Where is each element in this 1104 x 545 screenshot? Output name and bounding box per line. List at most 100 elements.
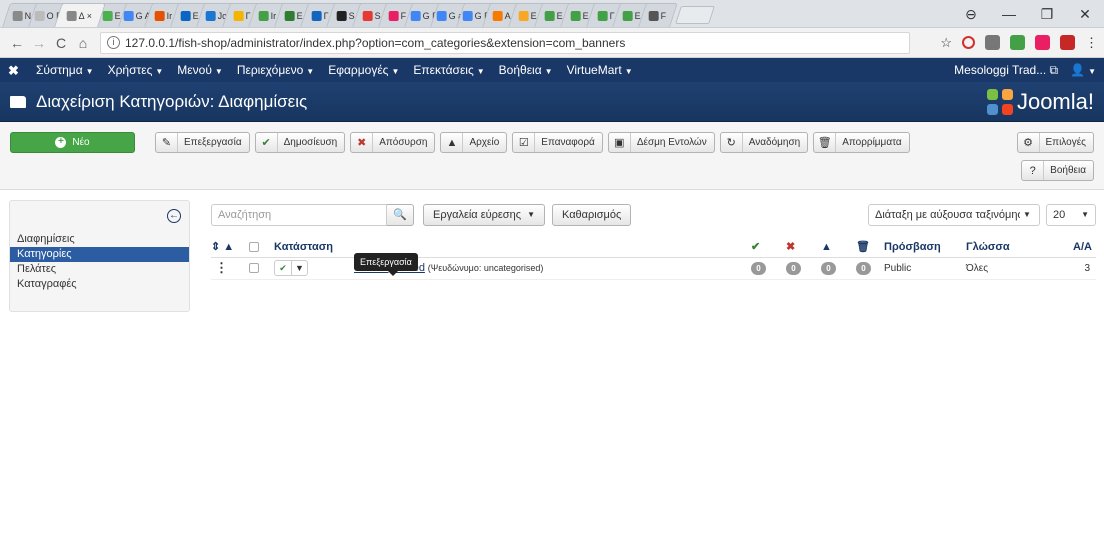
sidebar-item[interactable]: Πελάτες — [10, 262, 189, 277]
favicon-icon — [436, 10, 447, 21]
joomla-wordmark: Joomla! — [1016, 88, 1094, 114]
collapse-sidebar-icon[interactable]: ← — [167, 209, 181, 223]
gear-icon: ⚙ — [1018, 133, 1040, 152]
status-cell: ✔ ▼ — [274, 257, 354, 280]
checkall-header[interactable] — [249, 237, 274, 258]
caret-down-icon: ▼ — [214, 67, 223, 76]
favicon-icon — [462, 10, 473, 21]
sidebar-item[interactable]: Κατηγορίες — [10, 247, 189, 262]
ordering-header[interactable]: ⇕ ▲ — [211, 237, 249, 258]
folder-icon — [10, 95, 26, 108]
options-button[interactable]: ⚙ Επιλογές — [1016, 132, 1094, 153]
caret-down-icon: ▼ — [306, 67, 315, 76]
search-placeholder: Αναζήτηση — [218, 208, 272, 221]
back-icon[interactable]: ← — [6, 35, 28, 51]
search-input[interactable]: Αναζήτηση — [211, 203, 387, 226]
row-checkbox-cell — [249, 257, 274, 280]
new-button[interactable]: + Νέο — [10, 132, 135, 153]
help-button[interactable]: ? Βοήθεια — [1021, 160, 1094, 181]
menu-virtuemart[interactable]: VirtueMart ▼ — [567, 63, 633, 77]
toolbar-button[interactable]: ↻ Αναδόμηση — [719, 132, 809, 153]
id-header[interactable]: Α/Α — [1066, 237, 1096, 258]
reload-icon[interactable]: C — [50, 35, 72, 51]
access-header[interactable]: Πρόσβαση — [884, 237, 966, 258]
toolbar-button[interactable]: ✔ Δημοσίευση — [254, 132, 346, 153]
minimize-button[interactable]: — — [990, 6, 1028, 22]
toolbar-button-label: Επαναφορά — [541, 137, 595, 148]
opera-extension-icon[interactable] — [962, 36, 975, 49]
toolbar-button[interactable]: ✖ Απόσυρση — [350, 132, 436, 153]
favicon-icon — [410, 10, 421, 21]
published-check-icon[interactable]: ✔ — [275, 261, 291, 275]
favicon-icon — [518, 10, 529, 21]
sidebar-item[interactable]: Καταγραφές — [10, 277, 189, 292]
profile-icon[interactable]: ⊖ — [952, 6, 990, 23]
search-tools-button[interactable]: Εργαλεία εύρεσης ▼ — [423, 203, 545, 226]
drag-handle-cell[interactable]: ⋮ — [211, 257, 249, 280]
toolbar-button[interactable]: ✎ Επεξεργασία — [155, 132, 250, 153]
caret-down-icon: ▼ — [155, 67, 164, 76]
clear-button[interactable]: Καθαρισμός — [552, 203, 632, 226]
browser-tab-content: F — [649, 10, 667, 21]
row-checkbox[interactable] — [249, 262, 259, 273]
forward-icon[interactable]: → — [28, 35, 50, 51]
favicon-icon — [155, 10, 166, 21]
sidebar-item[interactable]: Διαφημίσεις — [10, 232, 189, 247]
toolbar-button-label: Δέσμη Εντολών — [636, 137, 707, 148]
limit-select[interactable]: 20 ▼ — [1046, 203, 1096, 226]
toolbar-button[interactable]: ▣ Δέσμη Εντολών — [607, 132, 715, 153]
extension-icon[interactable] — [1035, 35, 1050, 50]
menu-icon[interactable]: ⋮ — [1085, 35, 1098, 51]
table-header-row: ⇕ ▲ Κατάσταση ✔ ✖ ▲ 🗑 Πρόσβαση Γλώσσα Α/… — [211, 237, 1096, 258]
user-menu[interactable]: 👤 ▼ — [1070, 63, 1096, 77]
published-badge[interactable]: 0 — [751, 261, 766, 275]
menu-users[interactable]: Χρήστες ▼ — [108, 63, 164, 77]
ordering-select[interactable]: Διάταξη με αύξουσα ταξινόμησr ▼ — [868, 203, 1040, 226]
menu-content[interactable]: Περιεχόμενο ▼ — [237, 63, 314, 77]
restore-button[interactable]: ❐ — [1028, 6, 1066, 23]
bookmark-star-icon[interactable]: ☆ — [940, 35, 952, 51]
search-button[interactable]: 🔍 — [387, 203, 414, 226]
unpublished-header: ✖ — [786, 237, 821, 258]
language-header[interactable]: Γλώσσα — [966, 237, 1066, 258]
status-header[interactable]: Κατάσταση — [274, 237, 354, 258]
favicon-icon — [205, 10, 216, 21]
drag-handle-icon[interactable]: ⋮ — [211, 260, 228, 275]
edit-tooltip: Επεξεργασία — [354, 253, 418, 276]
favicon-icon — [570, 10, 581, 21]
menu-menus[interactable]: Μενού ▼ — [177, 63, 223, 77]
browser-tab-content: F — [389, 10, 407, 21]
extension-icon[interactable] — [1060, 35, 1075, 50]
toolbar-button[interactable]: ☑ Επαναφορά — [512, 132, 603, 153]
toolbar-button[interactable]: 🗑 Απορρίμματα — [813, 132, 910, 153]
menu-extensions[interactable]: Επεκτάσεις ▼ — [413, 63, 484, 77]
status-dropdown-icon[interactable]: ▼ — [291, 261, 307, 275]
extension-icon[interactable] — [985, 35, 1000, 50]
close-button[interactable]: ✕ — [1066, 6, 1104, 23]
joomla-logo-icon[interactable]: ✖ — [8, 63, 22, 78]
sidebar-list: Διαφημίσεις Κατηγορίες Πελάτες Καταγραφές — [10, 232, 189, 292]
new-tab-button[interactable] — [675, 6, 715, 24]
toolbar: + Νέο ✎ Επεξεργασία ✔ Δημοσίευση ✖ Απόσυρση ▲ Α… — [0, 122, 1104, 190]
options-label: Επιλογές — [1045, 137, 1086, 148]
browser-tab[interactable]: F — [638, 3, 678, 27]
archived-badge[interactable]: 0 — [821, 261, 836, 275]
site-link[interactable]: Mesologgi Trad... ⧉ — [954, 63, 1058, 78]
favicon-icon — [492, 10, 503, 21]
url-field[interactable]: i 127.0.0.1/fish-shop/administrator/inde… — [100, 31, 910, 54]
menu-help[interactable]: Βοήθεια ▼ — [499, 63, 553, 77]
info-icon[interactable]: i — [107, 36, 120, 49]
trashed-header: 🗑 — [856, 237, 884, 258]
unpublished-badge[interactable]: 0 — [786, 261, 801, 275]
toolbar-button[interactable]: ▲ Αρχείο — [440, 132, 508, 153]
menu-components[interactable]: Εφαρμογές ▼ — [328, 63, 399, 77]
checkin-icon: ☑ — [513, 133, 536, 152]
check-all-checkbox[interactable] — [249, 241, 259, 252]
extension-icon[interactable] — [1010, 35, 1025, 50]
favicon-icon — [124, 10, 135, 21]
trashed-badge[interactable]: 0 — [856, 261, 871, 275]
browser-tab[interactable]: Δ × — [54, 3, 106, 27]
home-icon[interactable]: ⌂ — [72, 35, 94, 51]
menu-system[interactable]: Σύστημα ▼ — [36, 63, 94, 77]
page-title: Διαχείριση Κατηγοριών: Διαφημίσεις — [36, 91, 308, 111]
